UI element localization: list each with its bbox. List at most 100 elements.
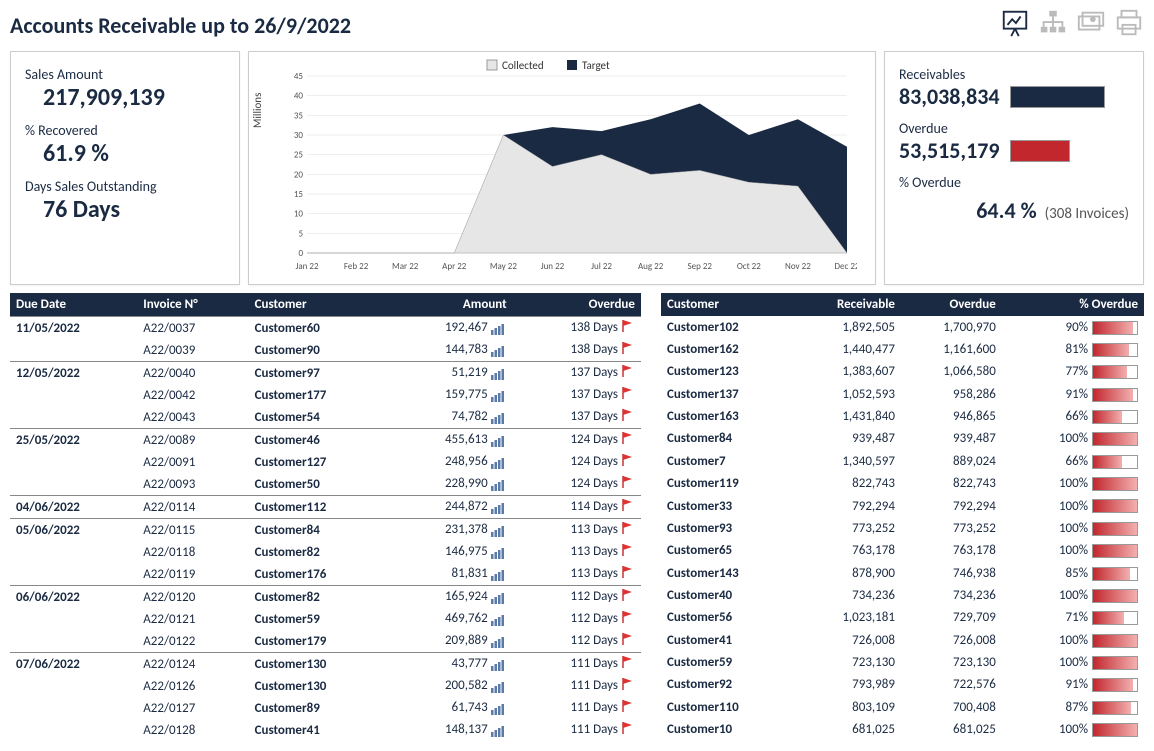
table-row[interactable]: 05/06/2022 A22/0115 Customer84 231,378 1… [10, 519, 641, 542]
table-row[interactable]: 06/06/2022 A22/0120 Customer82 165,924 1… [10, 586, 641, 609]
pct-bar [1092, 567, 1138, 581]
flag-icon [621, 475, 635, 493]
bars-icon [491, 366, 507, 381]
table-row[interactable]: A22/0118 Customer82 146,975 113 Days [10, 541, 641, 563]
table-row[interactable]: A22/0122 Customer179 209,889 112 Days [10, 630, 641, 653]
table-row[interactable]: Customer162 1,440,477 1,161,600 81% [661, 338, 1144, 360]
svg-text:Collected: Collected [502, 59, 544, 72]
table-row[interactable]: A22/0043 Customer54 74,782 137 Days [10, 406, 641, 429]
page-title: Accounts Receivable up to 26/9/2022 [10, 12, 351, 39]
flag-icon [621, 655, 635, 673]
table-row[interactable]: Customer40 734,236 734,236 100% [661, 584, 1144, 606]
receivables-value: 83,038,834 [899, 83, 1000, 110]
flag-icon [621, 610, 635, 628]
pct-bar [1092, 499, 1138, 513]
table-row[interactable]: A22/0042 Customer177 159,775 137 Days [10, 384, 641, 406]
hierarchy-icon[interactable] [1038, 8, 1068, 43]
svg-text:Mar 22: Mar 22 [392, 261, 419, 272]
bars-icon [491, 679, 507, 694]
svg-text:Oct 22: Oct 22 [737, 261, 761, 272]
col-header[interactable]: Customer [249, 293, 389, 317]
table-row[interactable]: A22/0093 Customer50 228,990 124 Days [10, 473, 641, 496]
svg-text:30: 30 [294, 130, 304, 141]
col-header[interactable]: Overdue [901, 293, 1002, 316]
table-row[interactable]: Customer123 1,383,607 1,066,580 77% [661, 361, 1144, 383]
flag-icon [621, 543, 635, 561]
svg-text:35: 35 [294, 110, 304, 121]
pct-bar [1092, 455, 1138, 469]
cash-icon[interactable] [1076, 8, 1106, 43]
table-row[interactable]: Customer56 1,023,181 729,709 71% [661, 607, 1144, 629]
table-row[interactable]: Customer92 793,989 722,576 91% [661, 674, 1144, 696]
table-row[interactable]: Customer33 792,294 792,294 100% [661, 495, 1144, 517]
flag-icon [621, 431, 635, 449]
col-header[interactable]: Customer [661, 293, 792, 316]
kpi-card-right: Receivables 83,038,834 Overdue 53,515,17… [884, 51, 1144, 285]
table-row[interactable]: Customer84 939,487 939,487 100% [661, 428, 1144, 450]
svg-text:Sep 22: Sep 22 [687, 261, 712, 272]
svg-text:45: 45 [294, 71, 304, 82]
table-row[interactable]: Customer110 803,109 700,408 87% [661, 696, 1144, 718]
svg-text:Feb 22: Feb 22 [344, 261, 369, 272]
table-row[interactable]: Customer10 681,025 681,025 100% [661, 718, 1144, 741]
table-row[interactable]: Customer137 1,052,593 958,286 91% [661, 383, 1144, 405]
kpi-card-left: Sales Amount 217,909,139 % Recovered 61.… [10, 51, 240, 285]
table-row[interactable]: A22/0091 Customer127 248,956 124 Days [10, 451, 641, 473]
table-row[interactable]: Customer163 1,431,840 946,865 66% [661, 405, 1144, 427]
invoice-table: Due DateInvoice N°CustomerAmountOverdue … [10, 293, 641, 741]
bars-icon [491, 388, 507, 403]
pct-bar [1092, 432, 1138, 446]
table-row[interactable]: 12/05/2022 A22/0040 Customer97 51,219 13… [10, 362, 641, 385]
col-header[interactable]: Invoice N° [137, 293, 248, 317]
table-row[interactable]: Customer7 1,340,597 889,024 66% [661, 450, 1144, 472]
col-header[interactable]: Overdue [513, 293, 641, 317]
table-row[interactable]: 04/06/2022 A22/0114 Customer112 244,872 … [10, 496, 641, 519]
col-header[interactable]: Due Date [10, 293, 137, 317]
flag-icon [621, 341, 635, 359]
svg-text:10: 10 [294, 209, 304, 220]
bars-icon [491, 545, 507, 560]
flag-icon [621, 408, 635, 426]
table-row[interactable]: Customer59 723,130 723,130 100% [661, 651, 1144, 673]
table-row[interactable]: Customer93 773,252 773,252 100% [661, 517, 1144, 539]
bars-icon [491, 612, 507, 627]
svg-text:25: 25 [294, 150, 304, 161]
toolbar [1000, 8, 1144, 43]
col-header[interactable]: Receivable [792, 293, 901, 316]
bars-icon [491, 477, 507, 492]
pct-bar [1092, 388, 1138, 402]
col-header[interactable]: % Overdue [1002, 293, 1144, 316]
print-icon[interactable] [1114, 8, 1144, 43]
table-row[interactable]: Customer65 763,178 763,178 100% [661, 540, 1144, 562]
table-row[interactable]: A22/0126 Customer130 200,582 111 Days [10, 675, 641, 697]
chart-ylabel: Millions [251, 93, 264, 128]
presentation-icon[interactable] [1000, 8, 1030, 43]
bars-icon [491, 455, 507, 470]
bars-icon [491, 657, 507, 672]
table-row[interactable]: 11/05/2022 A22/0037 Customer60 192,467 1… [10, 317, 641, 340]
table-row[interactable]: A22/0039 Customer90 144,783 138 Days [10, 339, 641, 362]
col-header[interactable]: Amount [389, 293, 513, 317]
flag-icon [621, 565, 635, 583]
table-row[interactable]: A22/0128 Customer41 148,137 111 Days [10, 719, 641, 741]
flag-icon [621, 521, 635, 539]
flag-icon [621, 677, 635, 695]
bars-icon [491, 321, 507, 336]
svg-text:May 22: May 22 [490, 261, 518, 272]
pct-bar [1092, 477, 1138, 491]
dso-value: 76 Days [25, 195, 225, 224]
table-row[interactable]: Customer41 726,008 726,008 100% [661, 629, 1144, 651]
table-row[interactable]: A22/0119 Customer176 81,831 113 Days [10, 563, 641, 586]
table-row[interactable]: A22/0121 Customer59 469,762 112 Days [10, 608, 641, 630]
pct-bar [1092, 723, 1138, 737]
table-row[interactable]: 25/05/2022 A22/0089 Customer46 455,613 1… [10, 429, 641, 452]
table-row[interactable]: A22/0127 Customer89 61,743 111 Days [10, 697, 641, 719]
table-row[interactable]: 07/06/2022 A22/0124 Customer130 43,777 1… [10, 653, 641, 676]
table-row[interactable]: Customer102 1,892,505 1,700,970 90% [661, 316, 1144, 338]
pct-bar [1092, 343, 1138, 357]
table-row[interactable]: Customer119 822,743 822,743 100% [661, 473, 1144, 495]
svg-text:15: 15 [294, 189, 304, 200]
svg-text:Target: Target [582, 59, 610, 72]
pct-bar [1092, 678, 1138, 692]
table-row[interactable]: Customer143 878,900 746,938 85% [661, 562, 1144, 584]
